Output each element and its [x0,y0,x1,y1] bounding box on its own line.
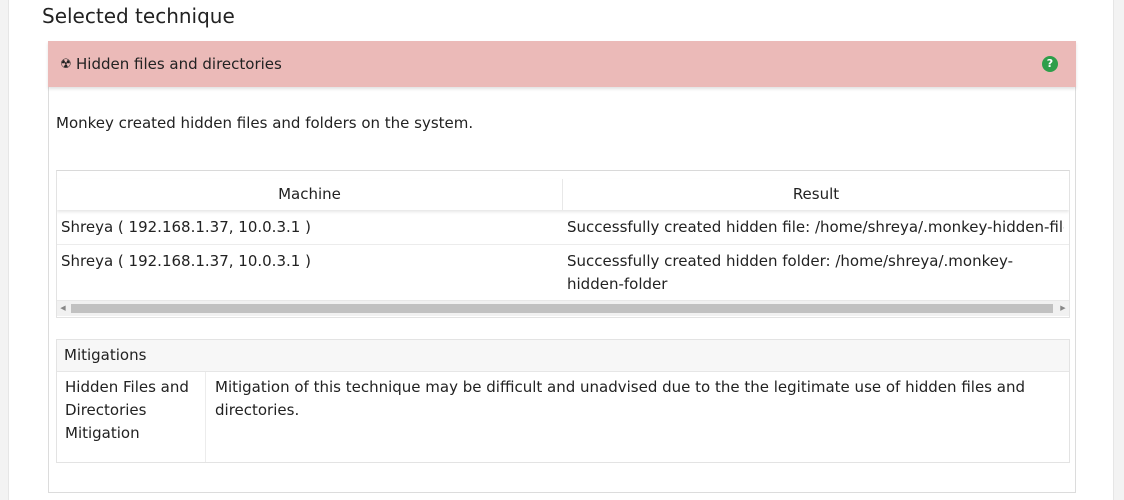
table-header: Machine Result [57,179,1069,210]
technique-description: Monkey created hidden files and folders … [56,114,474,132]
question-circle-icon[interactable]: ? [1042,56,1058,72]
page-container: Selected technique ☢ Hidden files and di… [8,0,1114,500]
machine-cell: Shreya ( 192.168.1.37, 10.0.3.1 ) [61,252,311,270]
column-header-result[interactable]: Result [563,179,1069,210]
mitigation-description: Mitigation of this technique may be diff… [215,378,1025,419]
mitigation-name-cell: Hidden Files and Directories Mitigation [57,372,206,462]
scroll-left-arrow-icon[interactable]: ◀ [57,301,69,316]
mitigation-name: Hidden Files and Directories Mitigation [65,378,189,442]
mitigations-header: Mitigations [57,340,1069,372]
scrollbar-thumb[interactable] [71,304,1053,313]
results-table: Machine Result Shreya ( 192.168.1.37, 10… [56,170,1070,318]
table-row: Shreya ( 192.168.1.37, 10.0.3.1 ) Succes… [57,245,1069,297]
radiation-icon: ☢ [60,56,72,72]
table-row: Shreya ( 192.168.1.37, 10.0.3.1 ) Succes… [57,211,1069,245]
scroll-right-arrow-icon[interactable]: ▶ [1057,301,1069,316]
horizontal-scrollbar[interactable]: ◀ ▶ [57,300,1069,316]
column-header-machine[interactable]: Machine [57,179,563,210]
mitigations-table: Mitigations Hidden Files and Directories… [56,339,1070,463]
technique-title: Hidden files and directories [76,55,282,73]
technique-card: ☢ Hidden files and directories ? Monkey … [48,41,1076,493]
result-cell: Successfully created hidden file: /home/… [567,218,1064,236]
section-title: Selected technique [42,4,235,28]
machine-cell: Shreya ( 192.168.1.37, 10.0.3.1 ) [61,218,311,236]
result-cell: Successfully created hidden folder: /hom… [567,252,1013,293]
mitigations-header-label: Mitigations [64,346,147,364]
technique-header[interactable]: ☢ Hidden files and directories ? [48,41,1076,87]
